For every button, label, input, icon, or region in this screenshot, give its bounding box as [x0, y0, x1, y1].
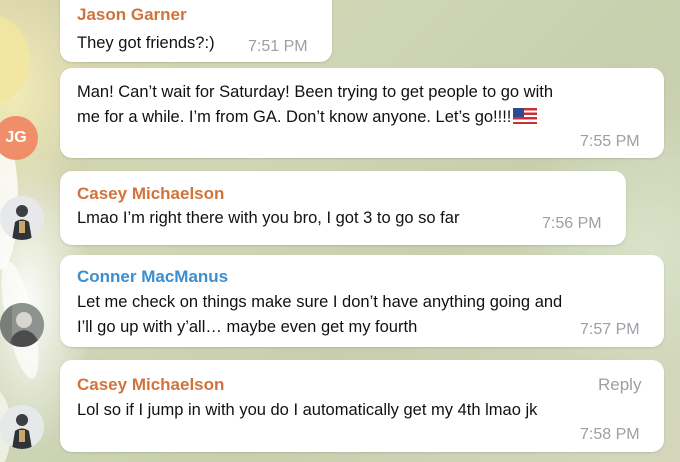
- message-text: Lol so if I jump in with you do I automa…: [77, 401, 538, 419]
- message-time: 7:56 PM: [542, 215, 602, 232]
- message-time: 7:55 PM: [580, 133, 640, 150]
- avatar[interactable]: [0, 196, 44, 240]
- message-text-line: Let me check on things make sure I don’t…: [77, 293, 563, 311]
- person-icon: [0, 405, 44, 449]
- sender-name[interactable]: Conner MacManus: [77, 267, 228, 287]
- message-text-line: me for a while. I’m from GA. Don’t know …: [77, 104, 538, 130]
- us-flag-icon: [513, 108, 538, 124]
- message-text: Lmao I’m right there with you bro, I got…: [77, 209, 460, 227]
- avatar[interactable]: [0, 405, 44, 449]
- message-time: 7:57 PM: [580, 321, 640, 338]
- person-icon: [0, 196, 44, 240]
- message-text-line: Man! Can’t wait for Saturday! Been tryin…: [77, 83, 554, 101]
- avatar-initials: JG: [5, 129, 27, 146]
- sender-name[interactable]: Jason Garner: [77, 5, 187, 25]
- sender-name[interactable]: Casey Michaelson: [77, 184, 224, 204]
- reply-button[interactable]: Reply: [598, 375, 641, 395]
- message-text-line: I’ll go up with y’all… maybe even get my…: [77, 318, 418, 336]
- person-icon: [0, 303, 44, 347]
- message-time: 7:51 PM: [248, 38, 308, 55]
- message-time: 7:58 PM: [580, 426, 640, 443]
- message-text-line-content: me for a while. I’m from GA. Don’t know …: [77, 108, 512, 126]
- sender-name[interactable]: Casey Michaelson: [77, 375, 224, 395]
- avatar[interactable]: [0, 303, 44, 347]
- message-text: They got friends?:): [77, 34, 215, 52]
